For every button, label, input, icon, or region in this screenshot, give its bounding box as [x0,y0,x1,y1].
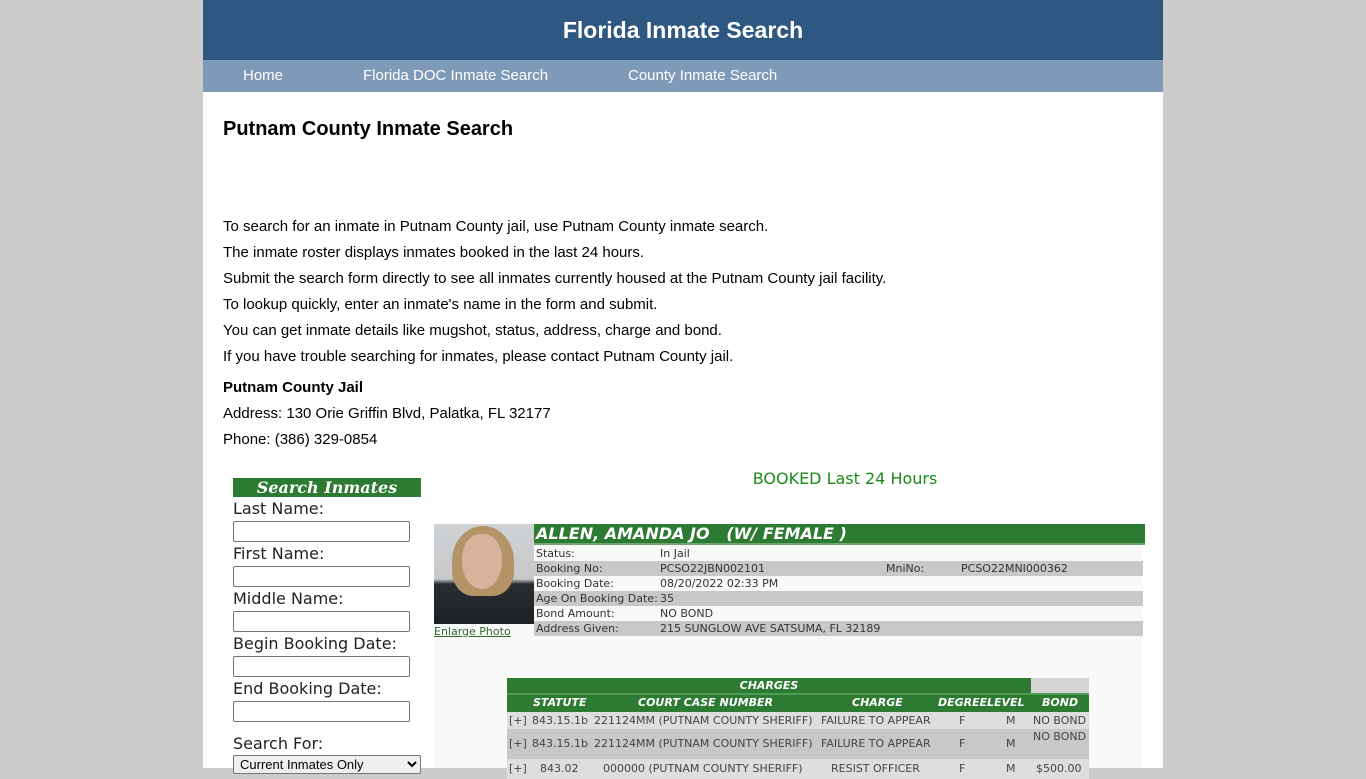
nav-county-inmate-search[interactable]: County Inmate Search [628,60,777,92]
charge-degree: F [959,737,966,750]
first-name-label: First Name: [233,544,325,563]
middle-name-input[interactable] [233,611,410,632]
charge-statute: 843.15.1b [532,714,588,727]
charge-row: [+] 843.15.1b 221124MM (PUTNAM COUNTY SH… [507,712,1089,729]
detail-row-address: Address Given: 215 SUNGLOW AVE SATSUMA, … [534,621,1143,636]
first-name-input[interactable] [233,566,410,587]
charge-degree: F [959,762,966,775]
inmate-details: Status: In Jail Booking No: PCSO22JBN002… [534,546,1143,636]
charge-description: RESIST OFFICER [831,762,920,775]
search-for-select[interactable]: Current Inmates Only [233,755,421,774]
charge-degree: F [959,714,966,727]
begin-booking-date-label: Begin Booking Date: [233,634,397,653]
jail-address: Address: 130 Orie Griffin Blvd, Palatka,… [223,405,551,422]
charge-level: M [1006,714,1016,727]
search-for-label: Search For: [233,734,324,753]
detail-value: In Jail [660,547,690,560]
search-inmates-form: Search Inmates Last Name: First Name: Mi… [233,478,421,774]
detail-value: 08/20/2022 02:33 PM [660,577,779,590]
charges-title-row: CHARGES [507,678,1089,693]
detail-key: Age On Booking Date: [536,592,658,605]
booked-heading: BOOKED Last 24 Hours [752,469,938,488]
detail-key: Address Given: [536,622,619,635]
site-title: Florida Inmate Search [562,17,804,43]
detail-value: 35 [660,592,674,605]
detail-row-bond-amount: Bond Amount: NO BOND [534,606,1143,621]
expand-charge-button[interactable]: [+] [509,729,527,759]
middle-name-label: Middle Name: [233,589,344,608]
detail-key: Status: [536,547,575,560]
charges-title-filler [1031,678,1089,693]
intro-line: You can get inmate details like mugshot,… [223,322,722,339]
detail-value: PCSO22MNI000362 [961,562,1068,575]
end-booking-date-input[interactable] [233,701,410,722]
col-charge: CHARGE [852,696,903,709]
begin-booking-date-input[interactable] [233,656,410,677]
charge-bond: NO BOND [1033,714,1087,727]
intro-line: Submit the search form directly to see a… [223,270,887,287]
enlarge-photo-link[interactable]: Enlarge Photo [434,625,511,638]
charge-bond: $500.00 [1036,762,1082,775]
col-degree: DEGREE [938,696,988,709]
search-form-title: Search Inmates [233,478,421,497]
col-level: LEVEL [987,696,1025,709]
jail-name: Putnam County Jail [223,379,364,396]
last-name-label: Last Name: [233,499,325,518]
charge-row: [+] 843.02 000000 (PUTNAM COUNTY SHERIFF… [507,759,1089,779]
charge-bond: NO BOND [1033,730,1087,743]
charge-case-number: 221124MM (PUTNAM COUNTY SHERIFF) [594,737,813,750]
page-title: Putnam County Inmate Search [223,118,514,140]
charges-header-row: STATUTE COURT CASE NUMBER CHARGE DEGREE … [507,693,1089,712]
detail-row-status: Status: In Jail [534,546,1143,561]
charge-row: [+] 843.15.1b 221124MM (PUTNAM COUNTY SH… [507,729,1089,759]
end-booking-date-label: End Booking Date: [233,679,382,698]
detail-value: PCSO22JBN002101 [660,562,765,575]
page-container: Florida Inmate Search Home Florida DOC I… [203,0,1163,779]
intro-text: To search for an inmate in Putnam County… [223,214,886,370]
charge-statute: 843.02 [540,762,579,775]
detail-key: Bond Amount: [536,607,615,620]
charges-title: CHARGES [507,678,1031,693]
charge-level: M [1006,737,1016,750]
charge-case-number: 000000 (PUTNAM COUNTY SHERIFF) [603,762,803,775]
col-statute: STATUTE [533,696,587,709]
charge-level: M [1006,762,1016,775]
expand-charge-button[interactable]: [+] [509,759,527,779]
site-header: Florida Inmate Search [203,0,1163,60]
detail-value: 215 SUNGLOW AVE SATSUMA, FL 32189 [660,622,881,635]
col-court-case-number: COURT CASE NUMBER [638,696,773,709]
col-bond: BOND [1042,696,1079,709]
detail-key: MniNo: [886,562,925,575]
detail-key: Booking No: [536,562,603,575]
charge-description: FAILURE TO APPEAR [821,737,931,750]
inmate-record: Enlarge Photo ALLEN, AMANDA JO (W/ FEMAL… [434,524,1145,779]
expand-charge-button[interactable]: [+] [509,712,527,729]
nav-bar: Home Florida DOC Inmate Search County In… [203,60,1163,92]
inmate-name: ALLEN, AMANDA JO (W/ FEMALE ) [534,524,1145,545]
detail-row-booking-date: Booking Date: 08/20/2022 02:33 PM [534,576,1143,591]
intro-line: To search for an inmate in Putnam County… [223,218,769,235]
last-name-input[interactable] [233,521,410,542]
nav-home[interactable]: Home [243,60,283,92]
detail-key: Booking Date: [536,577,614,590]
charge-description: FAILURE TO APPEAR [821,714,931,727]
intro-line: To lookup quickly, enter an inmate's nam… [223,296,658,313]
charge-statute: 843.15.1b [532,737,588,750]
jail-phone: Phone: (386) 329-0854 [223,431,378,448]
detail-row-age: Age On Booking Date: 35 [534,591,1143,606]
detail-row-booking-no: Booking No: PCSO22JBN002101 MniNo: PCSO2… [534,561,1143,576]
jail-info: Putnam County Jail Address: 130 Orie Gri… [223,375,551,453]
charges-table: CHARGES STATUTE COURT CASE NUMBER CHARGE… [507,678,1089,779]
charge-case-number: 221124MM (PUTNAM COUNTY SHERIFF) [594,714,813,727]
nav-florida-doc-inmate-search[interactable]: Florida DOC Inmate Search [363,60,548,92]
intro-line: If you have trouble searching for inmate… [223,348,734,365]
detail-value: NO BOND [660,607,714,620]
mugshot-face [462,534,502,589]
intro-line: The inmate roster displays inmates booke… [223,244,645,261]
inmate-mugshot[interactable] [434,524,534,624]
